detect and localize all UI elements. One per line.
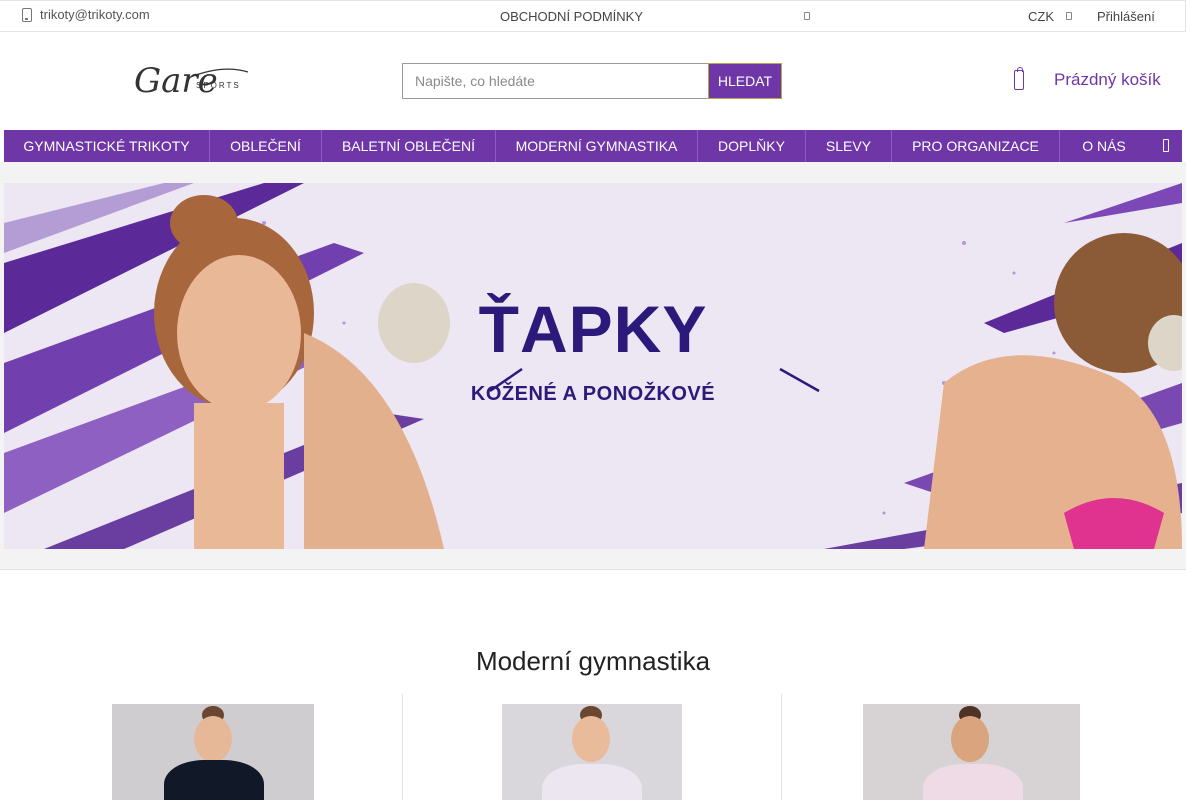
banner-subtitle: KOŽENÉ A PONOŽKOVÉ [470, 383, 716, 405]
product-row [0, 694, 1186, 800]
nav-item-sales[interactable]: SLEVY [806, 130, 892, 162]
nav-item-clothing[interactable]: OBLEČENÍ [210, 130, 322, 162]
cart-label[interactable]: Prázdný košík [1054, 70, 1161, 90]
nav-item-about[interactable]: O NÁS [1060, 130, 1148, 162]
search-button[interactable]: HLEDAT [708, 63, 782, 99]
product-image[interactable] [112, 704, 314, 800]
nav-item-gymnastic-leotards[interactable]: GYMNASTICKÉ TRIKOTY [4, 130, 210, 162]
banner-area: ŤAPKY KOŽENÉ A PONOŽKOVÉ [0, 162, 1186, 570]
nav-item-accessories[interactable]: DOPLŇKY [698, 130, 806, 162]
terms-link[interactable]: OBCHODNÍ PODMÍNKY [500, 9, 643, 24]
contact-email-text[interactable]: trikoty@trikoty.com [40, 7, 150, 22]
nav-item-rhythmic-gymnastics[interactable]: MODERNÍ GYMNASTIKA [496, 130, 698, 162]
login-link[interactable]: Přihlášení [1097, 9, 1155, 24]
nav-item-ballet-clothing[interactable]: BALETNÍ OBLEČENÍ [322, 130, 496, 162]
column-divider [402, 694, 403, 800]
site-logo[interactable]: Gare SPORTS [132, 56, 252, 106]
column-divider [781, 694, 782, 800]
info-icon[interactable] [804, 12, 810, 20]
banner-title: ŤAPKY [478, 292, 708, 366]
nav-more-icon [1163, 139, 1169, 152]
nav-item-for-organizations[interactable]: PRO ORGANIZACE [892, 130, 1060, 162]
cart-icon[interactable] [1014, 67, 1024, 90]
logo-subtext: SPORTS [196, 81, 241, 90]
currency-selector[interactable]: CZK [1028, 9, 1054, 24]
contact-email[interactable]: trikoty@trikoty.com [22, 7, 150, 22]
search-bar: HLEDAT [402, 63, 782, 99]
cart[interactable]: Prázdný košík [1014, 67, 1161, 90]
user-icon [1066, 12, 1072, 20]
section-title: Moderní gymnastika [475, 646, 711, 676]
hero-banner[interactable]: ŤAPKY KOŽENÉ A PONOŽKOVÉ [4, 183, 1182, 549]
search-input[interactable] [402, 63, 708, 99]
top-bar: trikoty@trikoty.com OBCHODNÍ PODMÍNKY CZ… [0, 0, 1186, 32]
main-nav: GYMNASTICKÉ TRIKOTY OBLEČENÍ BALETNÍ OBL… [4, 130, 1182, 162]
product-image[interactable] [502, 704, 682, 800]
phone-icon [22, 7, 32, 22]
nav-more-button[interactable] [1150, 130, 1182, 162]
product-image[interactable] [863, 704, 1080, 800]
